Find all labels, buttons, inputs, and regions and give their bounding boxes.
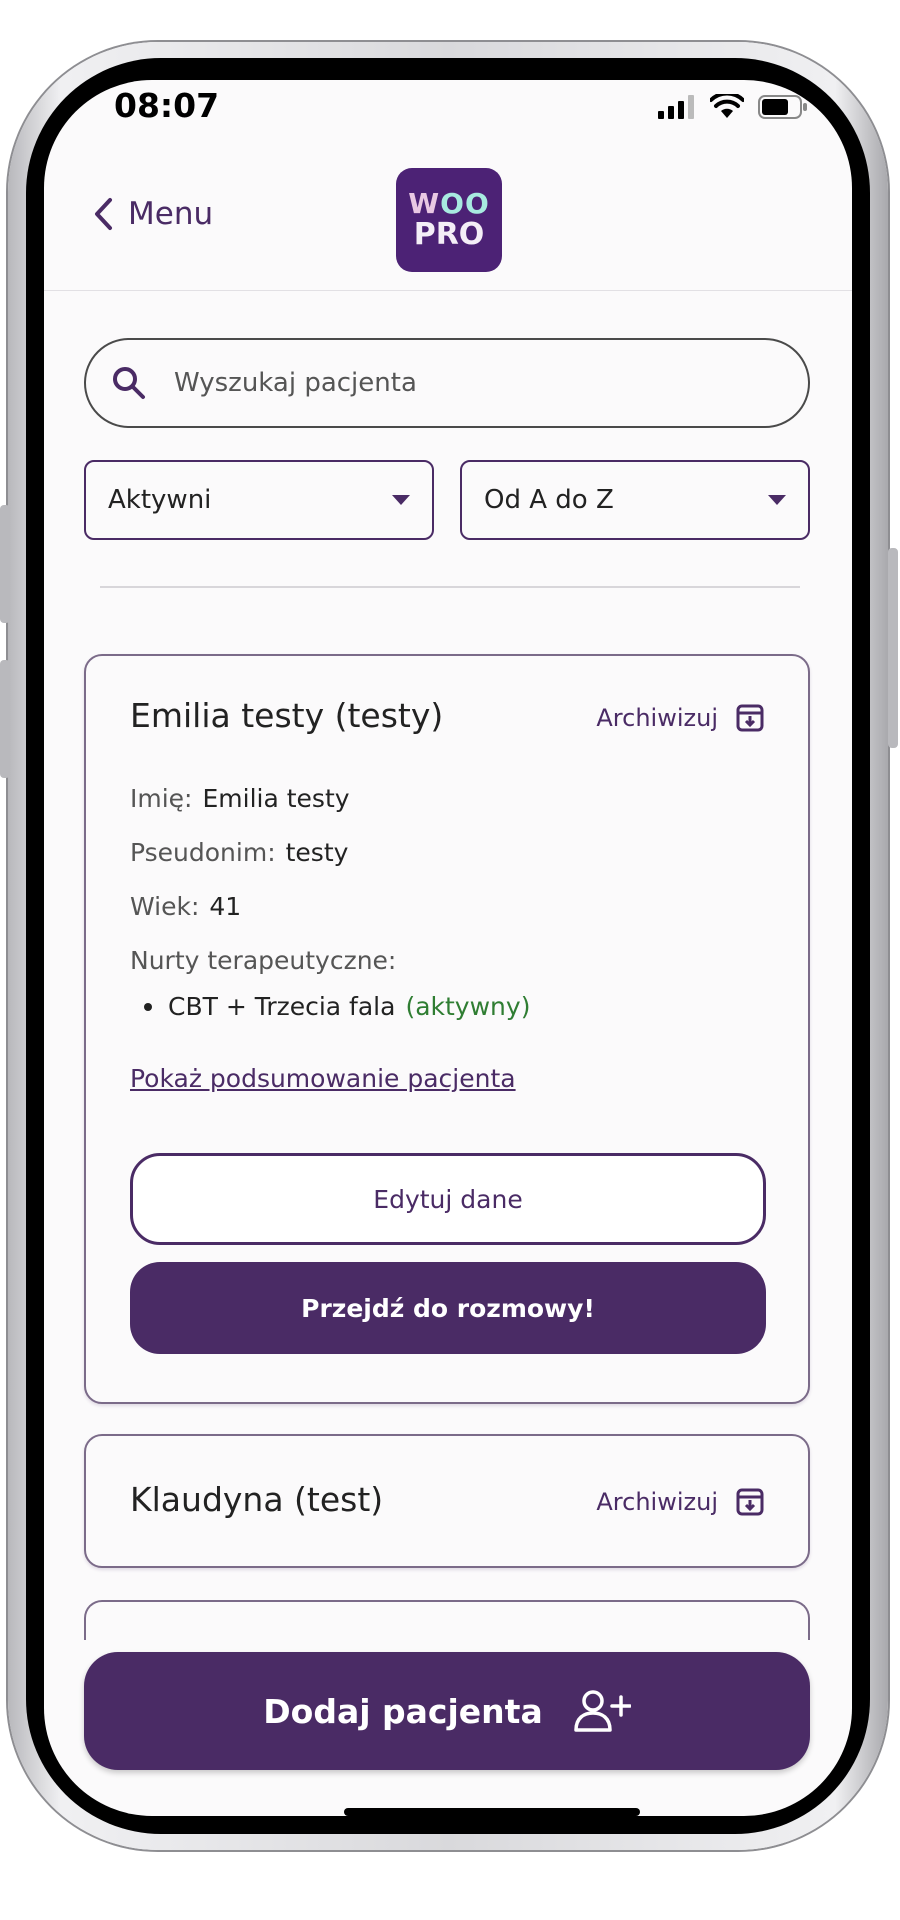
age-label: Wiek:	[130, 892, 200, 921]
back-menu-link[interactable]: Menu	[92, 196, 213, 232]
patient-card-partial	[84, 1600, 810, 1640]
status-icons	[658, 94, 808, 120]
sort-value: Od A do Z	[484, 485, 614, 515]
patient-nickname-row: Pseudonim: testy	[130, 838, 348, 867]
chevron-left-icon	[95, 198, 112, 230]
battery-icon	[758, 95, 807, 119]
patient-name-row: Imię: Emilia testy	[130, 784, 350, 813]
archive-button[interactable]: Archiwizuj	[596, 704, 764, 732]
archive-icon	[736, 1488, 764, 1516]
patient-title: Emilia testy (testy)	[130, 696, 444, 735]
power-button	[888, 548, 898, 748]
dropdown-caret-icon	[392, 495, 410, 505]
edit-data-button[interactable]: Edytuj dane	[130, 1153, 766, 1245]
logo-line1: WOO	[408, 190, 490, 218]
logo-w: W	[408, 187, 441, 220]
patient-card: Emilia testy (testy) Archiwizuj Imię: Emi…	[84, 654, 810, 1404]
add-user-icon	[573, 1690, 631, 1732]
patient-card: Klaudyna (test) Archiwizuj	[84, 1434, 810, 1568]
name-label: Imię:	[130, 784, 193, 813]
archive-button[interactable]: Archiwizuj	[596, 1488, 764, 1516]
nickname-label: Pseudonim:	[130, 838, 276, 867]
therapies-label: Nurty terapeutyczne:	[130, 946, 397, 975]
patient-age-row: Wiek: 41	[130, 892, 241, 921]
logo-line2: PRO	[413, 217, 485, 252]
app-screen: 08:07 Menu WOO PRO Wyszukaj pacjenta Akt…	[44, 80, 852, 1816]
status-filter-value: Aktywni	[108, 485, 212, 515]
patient-title: Klaudyna (test)	[130, 1480, 384, 1519]
archive-icon	[736, 704, 764, 732]
sort-select[interactable]: Od A do Z	[460, 460, 810, 540]
therapy-name: CBT + Trzecia fala	[168, 992, 396, 1021]
go-to-chat-button[interactable]: Przejdź do rozmowy!	[130, 1262, 766, 1354]
nickname-value: testy	[285, 838, 349, 867]
woo-pro-logo: WOO PRO	[396, 168, 502, 272]
archive-label: Archiwizuj	[596, 704, 718, 732]
search-bar[interactable]	[84, 338, 810, 428]
cellular-signal-icon	[658, 95, 694, 119]
add-patient-label: Dodaj pacjenta	[263, 1691, 543, 1731]
header-divider	[44, 290, 852, 291]
bullet-dot	[144, 1002, 152, 1011]
search-input[interactable]	[172, 367, 736, 399]
dropdown-caret-icon	[768, 495, 786, 505]
status-time: 08:07	[114, 86, 220, 125]
logo-oo: OO	[440, 187, 490, 220]
wifi-icon	[710, 94, 744, 118]
search-icon	[112, 366, 146, 400]
add-patient-button[interactable]: Dodaj pacjenta	[84, 1652, 810, 1770]
filter-divider	[100, 586, 800, 588]
age-value: 41	[209, 892, 242, 921]
therapy-list-item: CBT + Trzecia fala (aktywny)	[144, 992, 530, 1021]
back-menu-label: Menu	[128, 196, 214, 232]
volume-down-button	[0, 660, 10, 778]
therapy-status: (aktywny)	[405, 992, 531, 1021]
patient-summary-link[interactable]: Pokaż podsumowanie pacjenta	[130, 1064, 516, 1093]
volume-up-button	[0, 505, 10, 623]
home-indicator[interactable]	[344, 1808, 640, 1816]
status-filter-select[interactable]: Aktywni	[84, 460, 434, 540]
name-value: Emilia testy	[202, 784, 350, 813]
archive-label: Archiwizuj	[596, 1488, 718, 1516]
